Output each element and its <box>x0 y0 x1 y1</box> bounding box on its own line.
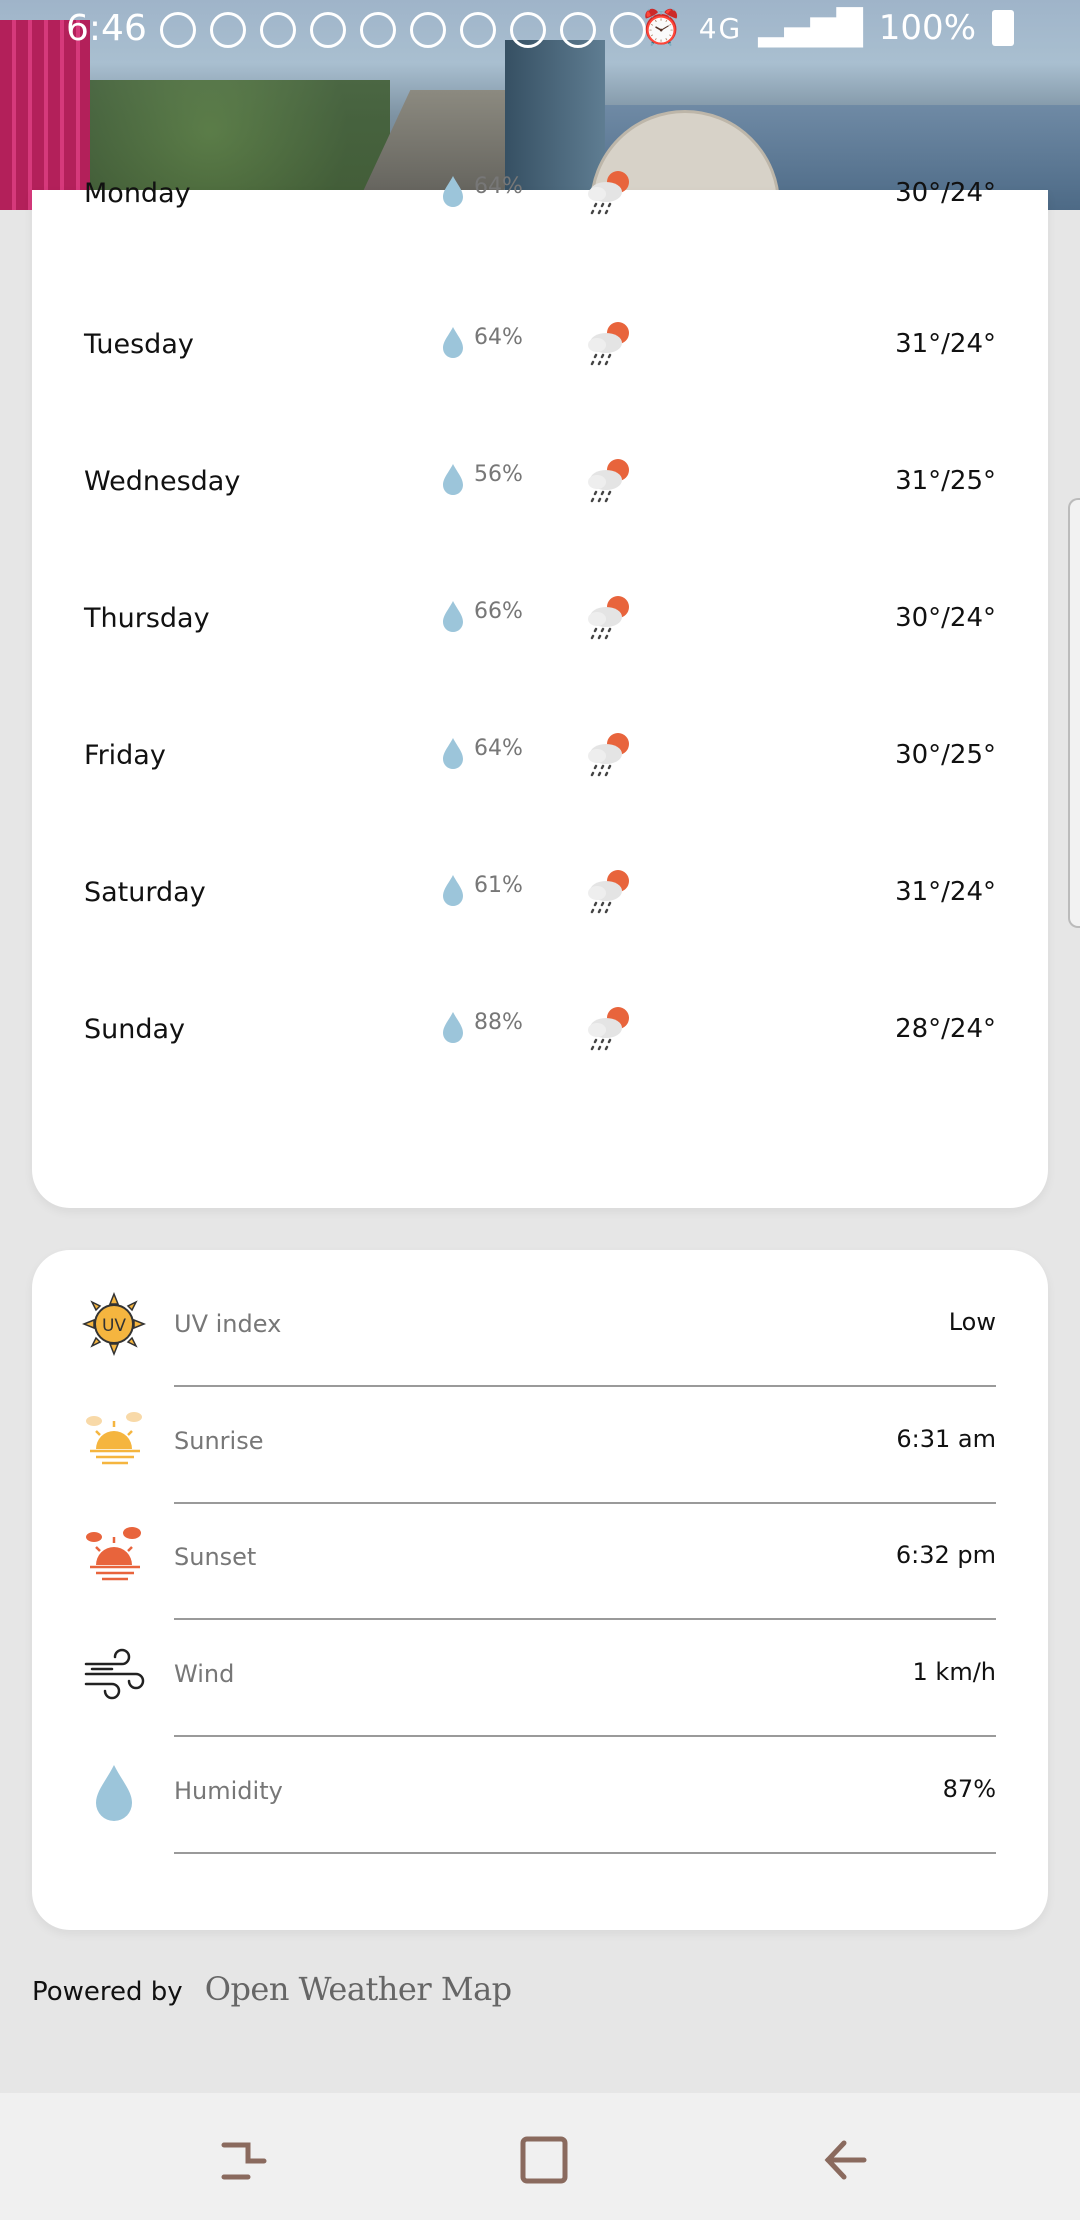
day-label: Thursday <box>84 603 210 634</box>
details-card: UV UV index Low Sunrise 6:31 am Sunset 6… <box>32 1250 1048 1930</box>
detail-row-uv: UV UV index Low <box>32 1270 1048 1387</box>
day-label: Wednesday <box>84 466 241 497</box>
notification-icon <box>260 12 296 48</box>
precipitation-value: 66% <box>474 599 523 624</box>
humidity-value: 87% <box>942 1775 996 1803</box>
wind-icon <box>84 1648 145 1700</box>
battery-icon <box>992 10 1014 46</box>
signal-icon: ▂▄▆█ <box>758 8 863 48</box>
notification-icon <box>460 12 496 48</box>
open-weather-map-logo[interactable]: Open Weather Map <box>205 1970 512 2008</box>
alarm-icon: ⏰ <box>640 8 683 48</box>
temperature-range: 30°/25° <box>895 740 996 770</box>
detail-row-sunrise: Sunrise 6:31 am <box>32 1387 1048 1504</box>
day-label: Monday <box>84 178 191 209</box>
powered-by-label: Powered by <box>32 1977 183 2007</box>
notification-icon <box>210 12 246 48</box>
notification-icon <box>160 12 196 48</box>
day-label: Sunday <box>84 1014 186 1045</box>
precipitation-value: 64% <box>474 325 523 350</box>
temperature-range: 30°/24° <box>895 178 996 208</box>
home-button[interactable] <box>515 2133 575 2187</box>
droplet-icon <box>96 1765 132 1821</box>
precipitation-drop-icon <box>443 875 463 906</box>
forecast-row-wednesday: Wednesday 56% 31°/25° <box>32 448 1048 528</box>
notification-icons <box>160 12 646 48</box>
day-label: Friday <box>84 740 166 771</box>
sunset-value: 6:32 pm <box>895 1541 996 1569</box>
temperature-range: 31°/25° <box>895 466 996 496</box>
detail-row-humidity: Humidity 87% <box>32 1737 1048 1854</box>
forecast-row-sunday: Sunday 88% 28°/24° <box>32 996 1048 1076</box>
temperature-range: 31°/24° <box>895 877 996 907</box>
day-label: Saturday <box>84 877 206 908</box>
detail-row-wind: Wind 1 km/h <box>32 1620 1048 1737</box>
temperature-range: 31°/24° <box>895 329 996 359</box>
precipitation-drop-icon <box>443 601 463 632</box>
precipitation-drop-icon <box>443 176 463 207</box>
notification-icon <box>560 12 596 48</box>
precipitation-drop-icon <box>443 738 463 769</box>
status-bar: 6:46 ⏰ 4G ▂▄▆█ 100% <box>0 0 1080 62</box>
precipitation-drop-icon <box>443 464 463 495</box>
powered-by: Powered by Open Weather Map <box>32 1970 512 2008</box>
rain-cloud-sun-icon <box>588 171 629 215</box>
forecast-row-tuesday: Tuesday 64% 31°/24° <box>32 311 1048 391</box>
forecast-row-thursday: Thursday 66% 30°/24° <box>32 585 1048 665</box>
rain-cloud-sun-icon <box>588 733 629 777</box>
wind-label: Wind <box>174 1660 235 1688</box>
sunrise-label: Sunrise <box>174 1427 264 1455</box>
forecast-card: Monday 64% 30°/24° Tuesday 64% 31°/24° Wednesd… <box>32 171 1048 1208</box>
precipitation-value: 61% <box>474 873 523 898</box>
uv-index-value: Low <box>948 1308 996 1336</box>
sunset-icon <box>86 1527 141 1581</box>
day-label: Tuesday <box>84 329 194 360</box>
notification-icon <box>410 12 446 48</box>
rain-cloud-sun-icon <box>588 596 629 640</box>
rain-cloud-sun-icon <box>588 459 629 503</box>
back-button[interactable] <box>818 2133 878 2187</box>
notification-icon <box>360 12 396 48</box>
precipitation-value: 64% <box>474 174 523 199</box>
status-time: 6:46 <box>66 8 147 49</box>
forecast-row-monday: Monday 64% 30°/24° <box>32 160 1048 240</box>
divider <box>174 1852 996 1854</box>
forecast-row-saturday: Saturday 61% 31°/24° <box>32 859 1048 939</box>
notification-icon <box>510 12 546 48</box>
rain-cloud-sun-icon <box>588 322 629 366</box>
temperature-range: 28°/24° <box>895 1014 996 1044</box>
precipitation-value: 64% <box>474 736 523 761</box>
network-type: 4G <box>698 11 743 45</box>
svg-text:UV: UV <box>102 1316 126 1336</box>
humidity-label: Humidity <box>174 1777 283 1805</box>
precipitation-value: 56% <box>474 462 523 487</box>
uv-sun-icon: UV <box>82 1292 146 1356</box>
temperature-range: 30°/24° <box>895 603 996 633</box>
precipitation-drop-icon <box>443 1012 463 1043</box>
precipitation-drop-icon <box>443 327 463 358</box>
detail-row-sunset: Sunset 6:32 pm <box>32 1503 1048 1620</box>
edge-panel-handle[interactable] <box>1068 498 1080 928</box>
battery-level: 100% <box>878 8 976 48</box>
rain-cloud-sun-icon <box>588 1007 629 1051</box>
forecast-row-friday: Friday 64% 30°/25° <box>32 722 1048 802</box>
wind-value: 1 km/h <box>912 1658 996 1686</box>
precipitation-value: 88% <box>474 1010 523 1035</box>
sunrise-icon <box>86 1412 142 1465</box>
sunrise-value: 6:31 am <box>896 1425 996 1453</box>
notification-icon <box>310 12 346 48</box>
uv-index-label: UV index <box>174 1310 282 1338</box>
sunset-label: Sunset <box>174 1543 257 1571</box>
rain-cloud-sun-icon <box>588 870 629 914</box>
recent-apps-button[interactable] <box>214 2133 274 2187</box>
navigation-bar <box>0 2093 1080 2220</box>
